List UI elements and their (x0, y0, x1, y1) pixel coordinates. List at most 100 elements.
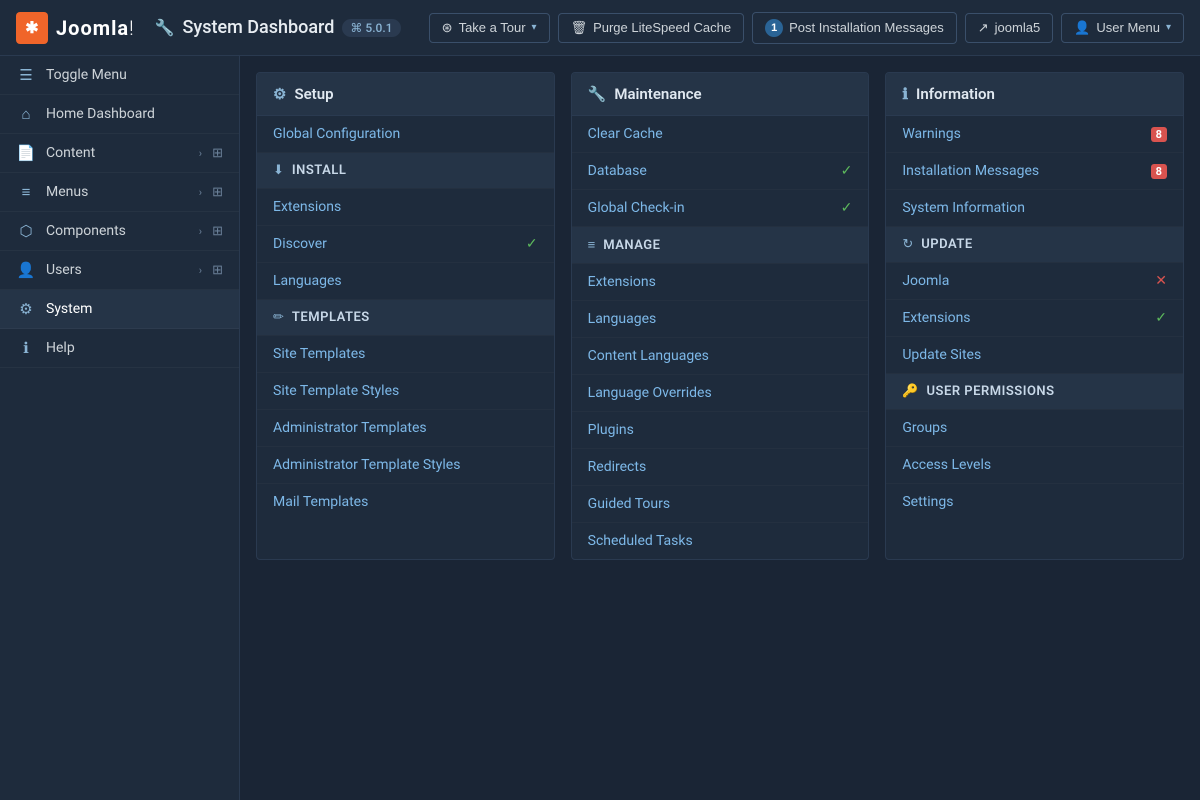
content-languages-item[interactable]: Content Languages (572, 338, 869, 375)
info-icon: ℹ (902, 85, 908, 103)
hamburger-icon: ☰ (16, 66, 36, 84)
settings-link[interactable]: Settings (902, 494, 953, 510)
sidebar-item-content[interactable]: 📄 Content › ⊞ (0, 134, 239, 173)
guided-tours-item[interactable]: Guided Tours (572, 486, 869, 523)
language-overrides-link[interactable]: Language Overrides (588, 385, 712, 401)
arrow-right-icon: › (199, 147, 202, 160)
warnings-link[interactable]: Warnings (902, 126, 961, 142)
admin-template-styles-link[interactable]: Administrator Template Styles (273, 457, 460, 473)
guided-tours-link[interactable]: Guided Tours (588, 496, 670, 512)
site-template-styles-link[interactable]: Site Template Styles (273, 383, 399, 399)
sidebar-item-help[interactable]: ℹ Help (0, 329, 239, 368)
update-sites-item[interactable]: Update Sites (886, 337, 1183, 374)
arrow-right-icon: › (199, 186, 202, 199)
sidebar-item-components[interactable]: ⬡ Components › ⊞ (0, 212, 239, 251)
chevron-down-icon: ▾ (1166, 22, 1171, 33)
notification-badge: 1 (765, 19, 783, 37)
logo-area[interactable]: ✱ Joomla! (16, 12, 135, 44)
sidebar-item-home-dashboard[interactable]: ⌂ Home Dashboard (0, 95, 239, 134)
site-templates-link[interactable]: Site Templates (273, 346, 365, 362)
sidebar-item-users[interactable]: 👤 Users › ⊞ (0, 251, 239, 290)
post-install-button[interactable]: 1 Post Installation Messages (752, 12, 957, 44)
admin-templates-link[interactable]: Administrator Templates (273, 420, 427, 436)
install-section-header: ⬇ Install (257, 153, 554, 189)
joomla-update-item[interactable]: Joomla ✕ (886, 263, 1183, 300)
global-checkin-link[interactable]: Global Check-in (588, 200, 685, 216)
languages-manage-item[interactable]: Languages (572, 301, 869, 338)
key-icon: 🔑 (902, 384, 918, 399)
extensions-manage-link[interactable]: Extensions (588, 274, 656, 290)
version-badge: ⌘ 5.0.1 (342, 19, 400, 37)
setup-card: ⚙ Setup Global Configuration ⬇ Install E… (256, 72, 555, 560)
grid-icon: ⊞ (212, 263, 223, 278)
languages-install-link[interactable]: Languages (273, 273, 342, 289)
discover-item[interactable]: Discover ✓ (257, 226, 554, 263)
sidebar-item-toggle-menu[interactable]: ☰ Toggle Menu (0, 56, 239, 95)
content-icon: 📄 (16, 144, 36, 162)
grid-icon: ⊞ (212, 185, 223, 200)
external-link-icon: ↗ (978, 20, 989, 36)
mail-templates-item[interactable]: Mail Templates (257, 484, 554, 520)
database-item[interactable]: Database ✓ (572, 153, 869, 190)
warnings-badge: 8 (1151, 127, 1167, 142)
installation-messages-link[interactable]: Installation Messages (902, 163, 1039, 179)
content-area: ⚙ Setup Global Configuration ⬇ Install E… (240, 56, 1200, 800)
joomla5-link-button[interactable]: ↗ joomla5 (965, 13, 1053, 43)
groups-item[interactable]: Groups (886, 410, 1183, 447)
gear-icon: ⚙ (273, 85, 286, 103)
admin-template-styles-item[interactable]: Administrator Template Styles (257, 447, 554, 484)
list-icon: ≡ (588, 237, 596, 253)
users-icon: 👤 (16, 261, 36, 279)
user-menu-button[interactable]: 👤 User Menu ▾ (1061, 13, 1184, 43)
purge-cache-button[interactable]: 🗑 Purge LiteSpeed Cache (558, 13, 745, 43)
extensions-manage-item[interactable]: Extensions (572, 264, 869, 301)
plugins-item[interactable]: Plugins (572, 412, 869, 449)
update-sites-link[interactable]: Update Sites (902, 347, 981, 363)
access-levels-link[interactable]: Access Levels (902, 457, 991, 473)
site-template-styles-item[interactable]: Site Template Styles (257, 373, 554, 410)
global-config-link[interactable]: Global Configuration (273, 126, 400, 142)
plugins-link[interactable]: Plugins (588, 422, 634, 438)
redirects-link[interactable]: Redirects (588, 459, 647, 475)
site-templates-item[interactable]: Site Templates (257, 336, 554, 373)
languages-install-item[interactable]: Languages (257, 263, 554, 300)
extensions-update-item[interactable]: Extensions ✓ (886, 300, 1183, 337)
groups-link[interactable]: Groups (902, 420, 947, 436)
content-languages-link[interactable]: Content Languages (588, 348, 709, 364)
user-icon: 👤 (1074, 20, 1090, 36)
extensions-install-item[interactable]: Extensions (257, 189, 554, 226)
joomla-update-link[interactable]: Joomla (902, 273, 949, 289)
help-icon: ℹ (16, 339, 36, 357)
extensions-update-link[interactable]: Extensions (902, 310, 970, 326)
clear-cache-link[interactable]: Clear Cache (588, 126, 663, 142)
discover-link[interactable]: Discover (273, 236, 327, 252)
wrench-icon: 🔧 (155, 18, 175, 37)
system-information-item[interactable]: System Information (886, 190, 1183, 227)
global-checkin-item[interactable]: Global Check-in ✓ (572, 190, 869, 227)
installation-messages-item[interactable]: Installation Messages 8 (886, 153, 1183, 190)
redirects-item[interactable]: Redirects (572, 449, 869, 486)
grid-icon: ⊞ (212, 224, 223, 239)
take-tour-button[interactable]: ⊛ Take a Tour ▾ (429, 13, 550, 43)
language-overrides-item[interactable]: Language Overrides (572, 375, 869, 412)
sidebar-item-menus[interactable]: ≡ Menus › ⊞ (0, 173, 239, 212)
system-information-link[interactable]: System Information (902, 200, 1025, 216)
menus-icon: ≡ (16, 183, 36, 201)
sidebar-item-system[interactable]: ⚙ System (0, 290, 239, 329)
top-navbar: ✱ Joomla! 🔧 System Dashboard ⌘ 5.0.1 ⊛ T… (0, 0, 1200, 56)
clear-cache-item[interactable]: Clear Cache (572, 116, 869, 153)
database-link[interactable]: Database (588, 163, 647, 179)
languages-manage-link[interactable]: Languages (588, 311, 657, 327)
admin-templates-item[interactable]: Administrator Templates (257, 410, 554, 447)
settings-item[interactable]: Settings (886, 484, 1183, 520)
access-levels-item[interactable]: Access Levels (886, 447, 1183, 484)
maintenance-card: 🔧 Maintenance Clear Cache Database ✓ Glo… (571, 72, 870, 560)
warnings-item[interactable]: Warnings 8 (886, 116, 1183, 153)
mail-templates-link[interactable]: Mail Templates (273, 494, 368, 510)
check-icon: ✓ (1155, 310, 1167, 326)
scheduled-tasks-item[interactable]: Scheduled Tasks (572, 523, 869, 559)
extensions-install-link[interactable]: Extensions (273, 199, 341, 215)
wrench-icon: 🔧 (588, 85, 607, 103)
scheduled-tasks-link[interactable]: Scheduled Tasks (588, 533, 693, 549)
global-config-item[interactable]: Global Configuration (257, 116, 554, 153)
